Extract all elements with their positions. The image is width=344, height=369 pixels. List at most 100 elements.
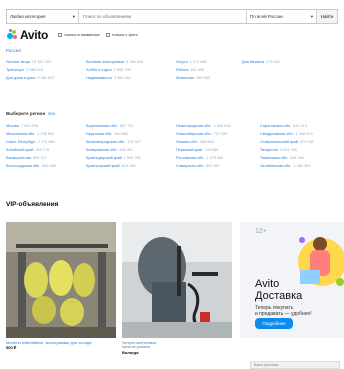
- filter-only-title[interactable]: только в названиях: [58, 32, 100, 37]
- region-item[interactable]: Санкт-Петербург 2 773 869: [6, 140, 80, 144]
- vip-card-image-1[interactable]: [6, 222, 116, 338]
- region-item[interactable]: Татарстан 1 014 765: [260, 148, 340, 152]
- region-item-count: 652 485: [42, 164, 56, 168]
- region-item[interactable]: Челябинская обл. 1 082 303: [260, 164, 340, 168]
- regions-title-text: Выберите регион: [6, 111, 46, 116]
- category-item-label: Для дома и дачи: [6, 76, 36, 80]
- region-item-label: Нижегородская обл.: [176, 124, 212, 128]
- region-item-label: Саратовская обл.: [260, 124, 292, 128]
- chevron-down-icon: ▾: [310, 13, 313, 19]
- filter-only-title-label: только в названиях: [64, 32, 100, 37]
- region-item[interactable]: Волгоградская обл. 652 485: [6, 164, 80, 168]
- region-item-count: 573 033: [299, 140, 314, 144]
- filter-only-photo[interactable]: только с фото: [105, 32, 138, 37]
- region-item-label: Алтайский край: [6, 148, 34, 152]
- ad-text-line2: и продавать — удобнее!: [255, 311, 312, 317]
- category-item-label: Недвижимость: [86, 76, 113, 80]
- regions-all-link[interactable]: все: [48, 111, 55, 116]
- checkbox-icon: [105, 32, 110, 37]
- vip-card-2-location: Вологда: [122, 349, 139, 355]
- region-item[interactable]: Краснодарский край 1 563 766: [86, 156, 170, 160]
- category-item[interactable]: Бытовая электроника 5 198 834: [86, 60, 170, 64]
- region-item[interactable]: Ставропольский край 573 033: [260, 140, 340, 144]
- region-item[interactable]: Воронежская обл. 667 791: [86, 124, 170, 128]
- category-item-count: 569 963: [196, 76, 211, 80]
- category-item-label: Услуги: [176, 60, 188, 64]
- region-item[interactable]: Тюменская обл. 434 346: [260, 156, 340, 160]
- region-item-label: Иркутская обл.: [86, 132, 113, 136]
- category-item: [242, 76, 312, 80]
- category-item[interactable]: Транспорт 3 088 219: [6, 68, 80, 72]
- region-item[interactable]: Нижегородская обл. 1 346 016: [176, 124, 254, 128]
- category-item-label: Работа: [176, 68, 189, 72]
- region-item-count: 176 327: [127, 140, 141, 144]
- region-item[interactable]: Башкортостан 859 117: [6, 156, 80, 160]
- region-item-label: Свердловская обл.: [260, 132, 294, 136]
- region-item[interactable]: Омская обл. 368 604: [176, 140, 254, 144]
- region-item-label: Санкт-Петербург: [6, 140, 36, 144]
- region-item[interactable]: Ростовская обл. 1 279 365: [176, 156, 254, 160]
- region-item-label: Кемеровская обл.: [86, 148, 118, 152]
- find-button[interactable]: Найти: [316, 10, 337, 23]
- region-item[interactable]: Москва 7 000 236: [6, 124, 80, 128]
- category-item[interactable]: Хобби и отдых 2 892 705: [86, 68, 170, 72]
- region-item[interactable]: Кемеровская обл. 406 461: [86, 148, 170, 152]
- category-item[interactable]: Для бизнеса 279 441: [242, 60, 312, 64]
- category-item[interactable]: Животные 569 963: [176, 76, 236, 80]
- category-item-label: Животные: [176, 76, 195, 80]
- category-item-count: 2 860 461: [114, 76, 132, 80]
- vip-card-1-price: 500 ₽: [6, 345, 17, 350]
- category-item-label: Для бизнеса: [242, 60, 265, 64]
- category-item[interactable]: Недвижимость 2 860 461: [86, 76, 170, 80]
- region-item-label: Краснодарский край: [86, 156, 122, 160]
- region-item[interactable]: Свердловская обл. 1 268 919: [260, 132, 340, 136]
- region-item[interactable]: Саратовская обл. 541 913: [260, 124, 340, 128]
- category-item: [242, 68, 312, 72]
- region-item-count: 667 791: [119, 124, 134, 128]
- search-input[interactable]: [79, 10, 246, 23]
- region-item-label: Московская обл.: [6, 132, 36, 136]
- category-item-label: Транспорт: [6, 68, 25, 72]
- region-item[interactable]: Алтайский край 452 776: [6, 148, 80, 152]
- categories-grid: Личные вещи 14 701 220 Бытовая электроника…: [6, 60, 312, 80]
- category-item-count: 1 077 666: [189, 60, 207, 64]
- region-item[interactable]: Пермский край 728 689: [176, 148, 254, 152]
- category-item[interactable]: Личные вещи 14 701 220: [6, 60, 80, 64]
- region-item[interactable]: Калининградская обл. 176 327: [86, 140, 170, 144]
- avito-logo[interactable]: Avito: [6, 28, 48, 42]
- region-item-label: Ставропольский край: [260, 140, 298, 144]
- region-item-label: Челябинская обл.: [260, 164, 292, 168]
- regions-title: Выберите регион все: [6, 111, 55, 116]
- region-item[interactable]: Иркутская обл. 404 882: [86, 132, 170, 136]
- region-item-count: 1 736 692: [37, 132, 55, 136]
- region-item-count: 2 773 869: [37, 140, 55, 144]
- category-item-count: 811 346: [190, 68, 204, 72]
- region-item-count: 434 346: [290, 156, 304, 160]
- category-item-count: 2 892 705: [113, 68, 131, 72]
- regions-grid: Москва 7 000 236 Воронежская обл. 667 791 Ни…: [6, 124, 340, 168]
- region-item[interactable]: Новосибирская обл. 727 855: [176, 132, 254, 136]
- region-item[interactable]: Красноярский край 613 130: [86, 164, 170, 168]
- vip-card-image-2[interactable]: [122, 222, 232, 338]
- category-select[interactable]: Любая категория ▾: [7, 10, 79, 23]
- region-item-label: Самарская обл.: [176, 164, 204, 168]
- category-item[interactable]: Услуги 1 077 666: [176, 60, 236, 64]
- avito-logo-icon: [6, 29, 18, 41]
- region-item[interactable]: Московская обл. 1 736 692: [6, 132, 80, 136]
- region-select[interactable]: По всей России ▾: [246, 10, 316, 23]
- ad-age-badge: 12+: [255, 228, 267, 235]
- region-item-label: Новосибирская обл.: [176, 132, 212, 136]
- category-item[interactable]: Работа 811 346: [176, 68, 236, 72]
- category-item-count: 3 088 219: [26, 68, 44, 72]
- region-item-label: Татарстан: [260, 148, 278, 152]
- category-item-count: 14 701 220: [31, 60, 51, 64]
- ad-more-button[interactable]: Подробнее: [255, 318, 293, 329]
- region-item-count: 1 014 765: [279, 148, 297, 152]
- region-item[interactable]: Самарская обл. 802 957: [176, 164, 254, 168]
- region-item-label: Калининградская обл.: [86, 140, 126, 144]
- vip-title: VIP-объявления: [6, 201, 59, 208]
- category-item[interactable]: Для дома и дачи 5 061 837: [6, 76, 80, 80]
- vip-card-2: Услуги сантехника Цена не указана Вологд…: [122, 340, 232, 355]
- checkbox-icon: [58, 32, 62, 37]
- ad-brand-line2: Доставка: [255, 290, 303, 302]
